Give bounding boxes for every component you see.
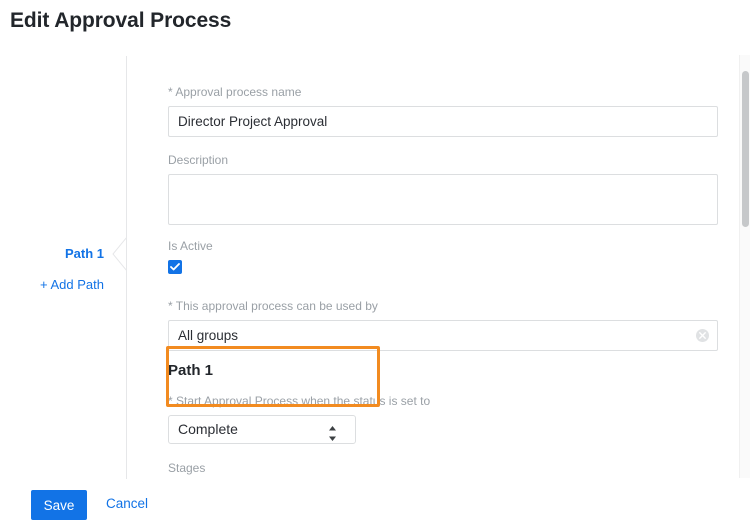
page-header: Edit Approval Process — [0, 0, 750, 52]
path-section-heading: Path 1 — [168, 362, 213, 380]
active-path-pointer-icon — [112, 237, 127, 271]
checkmark-icon — [170, 263, 180, 271]
content-area: Path 1 + Add Path * Approval process nam… — [0, 52, 750, 479]
used-by-input-wrapper — [168, 320, 718, 351]
start-status-selected-value: Complete — [178, 421, 238, 437]
sidebar-item-path-1[interactable]: Path 1 — [65, 246, 104, 261]
edit-approval-process-page: Edit Approval Process Path 1 + Add Path … — [0, 0, 750, 532]
cancel-button[interactable]: Cancel — [106, 496, 148, 511]
field-group-process-name: * Approval process name — [168, 84, 718, 137]
used-by-input[interactable] — [168, 320, 718, 351]
start-status-select[interactable]: Complete — [168, 415, 356, 444]
process-name-input[interactable] — [168, 106, 718, 137]
is-active-checkbox[interactable] — [168, 260, 182, 274]
field-group-used-by: * This approval process can be used by — [168, 298, 718, 351]
field-group-start-status: * Start Approval Process when the status… — [168, 393, 430, 444]
label-description: Description — [168, 152, 718, 168]
field-group-is-active: Is Active — [168, 238, 213, 279]
vertical-scrollbar-thumb[interactable] — [742, 71, 749, 227]
save-button[interactable]: Save — [31, 490, 87, 520]
required-asterisk: * — [168, 85, 173, 99]
page-footer: Save Cancel — [0, 479, 750, 532]
label-start-status: * Start Approval Process when the status… — [168, 393, 430, 409]
select-stepper-arrows-icon — [328, 423, 337, 450]
label-is-active: Is Active — [168, 238, 213, 254]
required-asterisk: * — [168, 394, 173, 408]
description-textarea[interactable] — [168, 174, 718, 225]
label-used-by: * This approval process can be used by — [168, 298, 718, 314]
label-start-status-text: Start Approval Process when the status i… — [176, 394, 430, 408]
path-section-heading-wrap: Path 1 — [168, 362, 213, 380]
vertical-scrollbar-track[interactable] — [739, 55, 750, 478]
label-stages: Stages — [168, 460, 205, 476]
page-title: Edit Approval Process — [10, 9, 231, 33]
label-process-name: * Approval process name — [168, 84, 718, 100]
required-asterisk: * — [168, 299, 173, 313]
clear-circle-icon[interactable] — [696, 329, 709, 342]
add-path-button[interactable]: + Add Path — [40, 277, 104, 292]
label-process-name-text: Approval process name — [175, 85, 301, 99]
field-group-description: Description — [168, 152, 718, 230]
label-used-by-text: This approval process can be used by — [176, 299, 378, 313]
